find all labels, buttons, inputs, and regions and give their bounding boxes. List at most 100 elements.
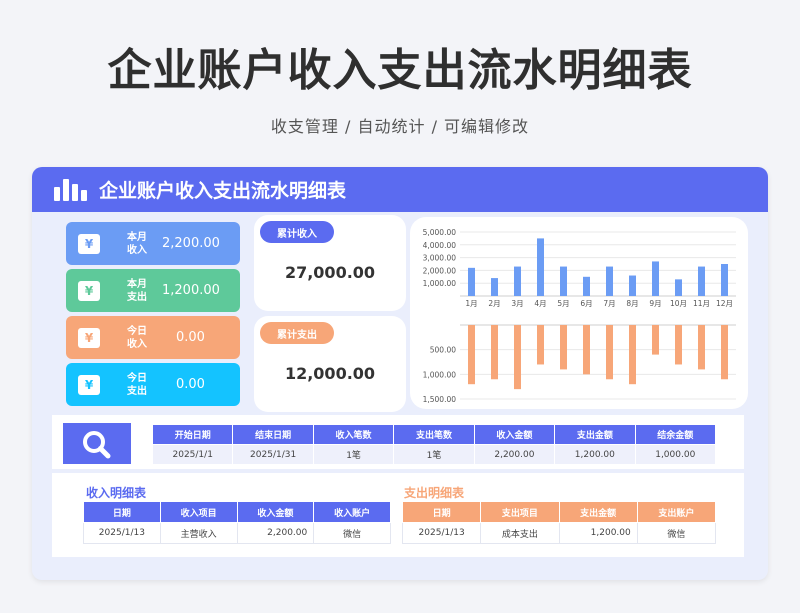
table-row[interactable]: 2025/1/13 主营收入 2,200.00 微信 [83, 522, 391, 544]
total-income-label: 累计收入 [260, 221, 334, 243]
income-bar[interactable] [629, 275, 636, 296]
expense-bar[interactable] [583, 325, 590, 375]
y-tick-label: 5,000.00 [423, 228, 457, 237]
table-row[interactable]: 2025/1/13 成本支出 1,200.00 微信 [401, 522, 717, 544]
search-button[interactable] [63, 423, 131, 464]
yen-icon: ¥ [78, 327, 100, 348]
expense-bar[interactable] [491, 325, 498, 380]
search-icon [83, 430, 111, 458]
column-header: 日期 [83, 501, 161, 523]
chart-panel: 1,000.00 2,000.00 3,000.00 4,000.00 5,000.00… [410, 217, 748, 409]
stat-label: 本月 收入 [127, 231, 147, 256]
x-tick-label: 5月 [557, 299, 569, 308]
income-bar[interactable] [652, 261, 659, 296]
column-header: 日期 [401, 501, 482, 523]
stat-value: 0.00 [176, 330, 205, 345]
stat-month-income[interactable]: ¥ 本月 收入 2,200.00 [66, 222, 240, 265]
stat-value: 2,200.00 [162, 236, 220, 251]
summary-cell: 1,200.00 [554, 444, 636, 465]
income-bar[interactable] [537, 238, 544, 296]
summary-header: 开始日期 [151, 424, 234, 445]
total-income-value: 27,000.00 [284, 263, 376, 282]
total-expense-value: 12,000.00 [284, 364, 376, 383]
stat-value: 1,200.00 [162, 283, 220, 298]
x-tick-label: 6月 [580, 299, 592, 308]
summary-cell: 1笔 [312, 444, 395, 465]
column-header: 收入项目 [159, 501, 238, 523]
y-tick-label: 3,000.00 [423, 254, 457, 263]
summary-cell: 1笔 [393, 444, 475, 465]
page-subtitle: 收支管理 / 自动统计 / 可编辑修改 [270, 117, 530, 136]
stat-label: 今日 支出 [127, 372, 147, 397]
summary-table: 开始日期 结束日期 收入笔数 支出笔数 收入金额 支出金额 结余金额 2025/1/1 202… [151, 424, 717, 465]
x-tick-label: 7月 [603, 299, 615, 308]
expense-detail-title: 支出明细表 [404, 486, 465, 500]
x-tick-label: 11月 [693, 299, 710, 308]
income-bar[interactable] [560, 266, 567, 296]
expense-bar[interactable] [675, 325, 682, 365]
column-header: 支出金额 [558, 501, 638, 523]
x-tick-label: 3月 [511, 299, 523, 308]
income-detail-title: 收入明细表 [86, 486, 147, 500]
summary-cell: 2025/1/1 [151, 444, 234, 465]
table-cell: 微信 [313, 522, 391, 544]
x-tick-label: 2月 [488, 299, 500, 308]
summary-cell: 2025/1/31 [232, 444, 314, 465]
income-bar[interactable] [675, 279, 682, 296]
column-header: 收入账户 [313, 501, 391, 523]
expense-bar[interactable] [468, 325, 475, 385]
card-title: 企业账户收入支出流水明细表 [99, 180, 347, 202]
income-bar[interactable] [583, 276, 590, 296]
expense-bar[interactable] [652, 325, 659, 355]
column-header: 支出账户 [636, 501, 717, 523]
table-cell: 微信 [636, 522, 717, 544]
stat-month-expense[interactable]: ¥ 本月 支出 1,200.00 [66, 269, 240, 312]
x-tick-label: 8月 [626, 299, 638, 308]
expense-bar[interactable] [606, 325, 613, 380]
yen-icon: ¥ [78, 280, 100, 301]
page-title: 企业账户收入支出流水明细表 [107, 45, 693, 96]
income-bar[interactable] [491, 278, 498, 296]
income-bar[interactable] [514, 266, 521, 296]
total-income-box: 累计收入 27,000.00 [254, 215, 406, 311]
stat-today-expense[interactable]: ¥ 今日 支出 0.00 [66, 363, 240, 406]
yen-icon: ¥ [78, 374, 100, 395]
total-expense-label: 累计支出 [260, 322, 334, 344]
monthly-chart: 1,000.00 2,000.00 3,000.00 4,000.00 5,000.00… [423, 228, 736, 404]
expense-bar[interactable] [629, 325, 636, 385]
table-cell: 成本支出 [480, 522, 560, 544]
x-tick-label: 4月 [534, 299, 546, 308]
y-tick-label: 4,000.00 [423, 241, 457, 250]
income-bar[interactable] [721, 264, 728, 296]
total-expense-box: 累计支出 12,000.00 [254, 316, 406, 412]
summary-header: 收入笔数 [312, 424, 395, 445]
summary-header: 收入金额 [473, 424, 556, 445]
stat-label: 今日 收入 [127, 325, 147, 350]
x-tick-label: 12月 [716, 299, 733, 308]
column-header: 支出项目 [480, 501, 560, 523]
y-tick-label: 1,000.00 [423, 370, 457, 379]
expense-bar[interactable] [514, 325, 521, 390]
summary-cell: 1,000.00 [634, 444, 717, 465]
income-bar[interactable] [606, 266, 613, 296]
income-bar[interactable] [698, 266, 705, 296]
summary-header: 结束日期 [232, 424, 314, 445]
expense-bar[interactable] [698, 325, 705, 370]
income-detail-table: 日期 收入项目 收入金额 收入账户 2025/1/13 主营收入 2,200.00 微信 [83, 501, 391, 544]
yen-icon: ¥ [78, 233, 100, 254]
dashboard-card: 企业账户收入支出流水明细表 ¥ 本月 收入 2,200.00 ¥ 本月 支出 1,2… [32, 167, 768, 580]
expense-bar[interactable] [721, 325, 728, 380]
stat-label: 本月 支出 [127, 278, 147, 303]
x-tick-label: 9月 [649, 299, 661, 308]
stat-today-income[interactable]: ¥ 今日 收入 0.00 [66, 316, 240, 359]
expense-bar[interactable] [537, 325, 544, 365]
column-header: 收入金额 [236, 501, 315, 523]
summary-header: 支出笔数 [393, 424, 475, 445]
income-bar[interactable] [468, 267, 475, 296]
table-cell: 主营收入 [159, 522, 238, 544]
table-cell: 2025/1/13 [83, 522, 161, 544]
y-tick-label: 500.00 [430, 346, 456, 355]
summary-header: 支出金额 [554, 424, 636, 445]
expense-bar[interactable] [560, 325, 567, 370]
summary-cell: 2,200.00 [473, 444, 556, 465]
